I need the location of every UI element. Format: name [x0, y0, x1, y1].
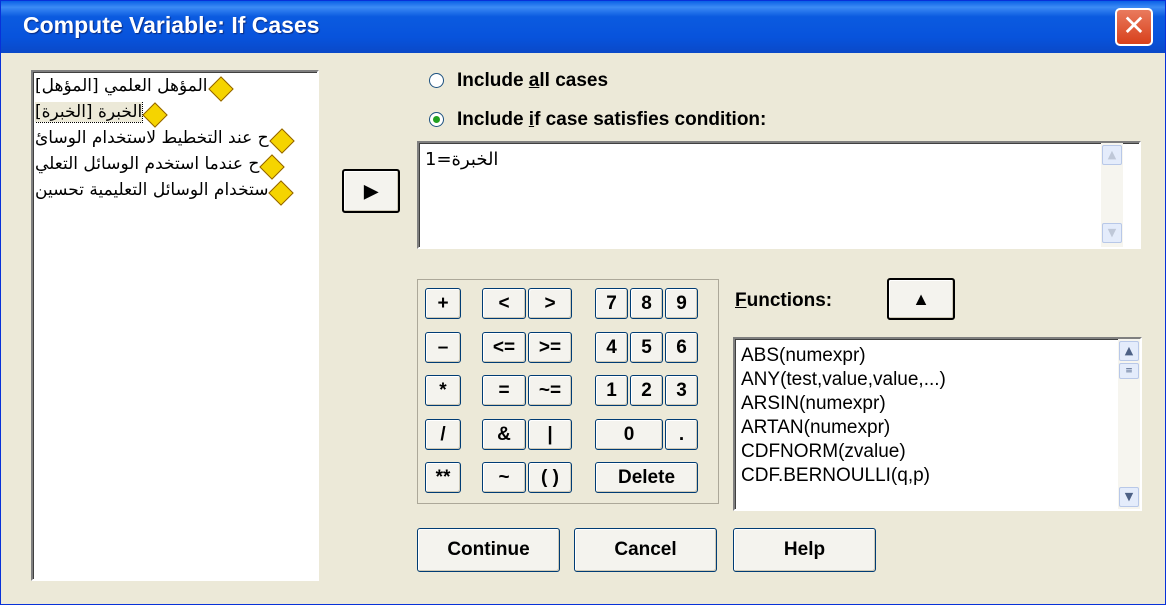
digit-1-button[interactable]: 1: [595, 375, 628, 406]
not-equal-button[interactable]: ~=: [528, 375, 572, 406]
variable-item[interactable]: الخبرة [الخبرة]: [35, 102, 317, 128]
digit-3-button[interactable]: 3: [665, 375, 698, 406]
up-arrow-icon: ▲: [912, 289, 930, 309]
digit-8-button[interactable]: 8: [630, 288, 663, 319]
right-arrow-icon: ▶: [364, 181, 378, 201]
condition-text: الخبرة=1: [425, 149, 499, 170]
scrollbar-thumb[interactable]: ≡: [1119, 363, 1139, 379]
variable-item[interactable]: ح عندما استخدم الوسائل التعلي: [35, 154, 317, 180]
greater-than-button[interactable]: >: [528, 288, 572, 319]
help-button[interactable]: Help: [733, 528, 876, 572]
minus-button[interactable]: –: [425, 332, 461, 363]
or-button[interactable]: |: [528, 419, 572, 450]
digit-6-button[interactable]: 6: [665, 332, 698, 363]
functions-label: Functions:: [735, 290, 833, 311]
close-button[interactable]: ✕: [1115, 8, 1153, 46]
include-all-label[interactable]: Include all cases: [457, 70, 608, 92]
digit-2-button[interactable]: 2: [630, 375, 663, 406]
variable-list[interactable]: المؤهل العلمي [المؤهل] الخبرة [الخبرة] ح…: [31, 70, 319, 581]
variable-item[interactable]: المؤهل العلمي [المؤهل]: [35, 76, 317, 102]
plus-button[interactable]: +: [425, 288, 461, 319]
greater-equal-button[interactable]: >=: [528, 332, 572, 363]
equals-button[interactable]: =: [482, 375, 526, 406]
transfer-button[interactable]: ▶: [342, 169, 400, 213]
variable-item[interactable]: ستخدام الوسائل التعليمية تحسين: [35, 180, 317, 206]
delete-button[interactable]: Delete: [595, 462, 698, 493]
function-item[interactable]: ANY(test,value,value,...): [741, 369, 946, 393]
variable-item[interactable]: ح عند التخطيط لاستخدام الوسائ: [35, 128, 317, 154]
include-if-radio[interactable]: [429, 112, 444, 127]
title-bar[interactable]: Compute Variable: If Cases ✕: [1, 1, 1165, 53]
functions-list[interactable]: ABS(numexpr) ANY(test,value,value,...) A…: [733, 337, 1142, 511]
scroll-down-icon[interactable]: ▼: [1102, 223, 1122, 243]
decimal-button[interactable]: .: [665, 419, 698, 450]
function-item[interactable]: ARSIN(numexpr): [741, 393, 886, 417]
variable-icon: [268, 180, 295, 206]
digit-0-button[interactable]: 0: [595, 419, 663, 450]
digit-7-button[interactable]: 7: [595, 288, 628, 319]
digit-4-button[interactable]: 4: [595, 332, 628, 363]
not-button[interactable]: ~: [482, 462, 526, 493]
cancel-button[interactable]: Cancel: [574, 528, 717, 572]
variable-icon: [207, 76, 234, 102]
condition-textbox[interactable]: الخبرة=1 ▲ ▼: [417, 141, 1141, 249]
digit-9-button[interactable]: 9: [665, 288, 698, 319]
scroll-up-icon[interactable]: ▲: [1102, 145, 1122, 165]
functions-scrollbar[interactable]: ▲ ≡ ▼: [1118, 339, 1140, 509]
dialog-window: Compute Variable: If Cases ✕ المؤهل العل…: [0, 0, 1166, 605]
function-item[interactable]: CDF.BERNOULLI(q,p): [741, 465, 930, 489]
and-button[interactable]: &: [482, 419, 526, 450]
include-all-radio[interactable]: [429, 73, 444, 88]
condition-scrollbar[interactable]: ▲ ▼: [1101, 143, 1123, 247]
variable-icon: [259, 154, 286, 180]
paste-function-button[interactable]: ▲: [887, 278, 955, 320]
power-button[interactable]: **: [425, 462, 461, 493]
function-item[interactable]: ARTAN(numexpr): [741, 417, 890, 441]
less-equal-button[interactable]: <=: [482, 332, 526, 363]
close-icon: ✕: [1122, 9, 1146, 42]
variable-icon: [142, 102, 168, 128]
window-title: Compute Variable: If Cases: [23, 12, 320, 38]
scroll-up-icon[interactable]: ▲: [1119, 341, 1139, 361]
function-item[interactable]: ABS(numexpr): [741, 345, 866, 369]
continue-button[interactable]: Continue: [417, 528, 560, 572]
function-item[interactable]: CDFNORM(zvalue): [741, 441, 906, 465]
parentheses-button[interactable]: ( ): [528, 462, 572, 493]
variable-icon: [268, 128, 295, 154]
less-than-button[interactable]: <: [482, 288, 526, 319]
multiply-button[interactable]: *: [425, 375, 461, 406]
divide-button[interactable]: /: [425, 419, 461, 450]
digit-5-button[interactable]: 5: [630, 332, 663, 363]
radio-selected-dot: [433, 116, 440, 123]
scroll-down-icon[interactable]: ▼: [1119, 487, 1139, 507]
include-if-label[interactable]: Include if case satisfies condition:: [457, 109, 766, 131]
